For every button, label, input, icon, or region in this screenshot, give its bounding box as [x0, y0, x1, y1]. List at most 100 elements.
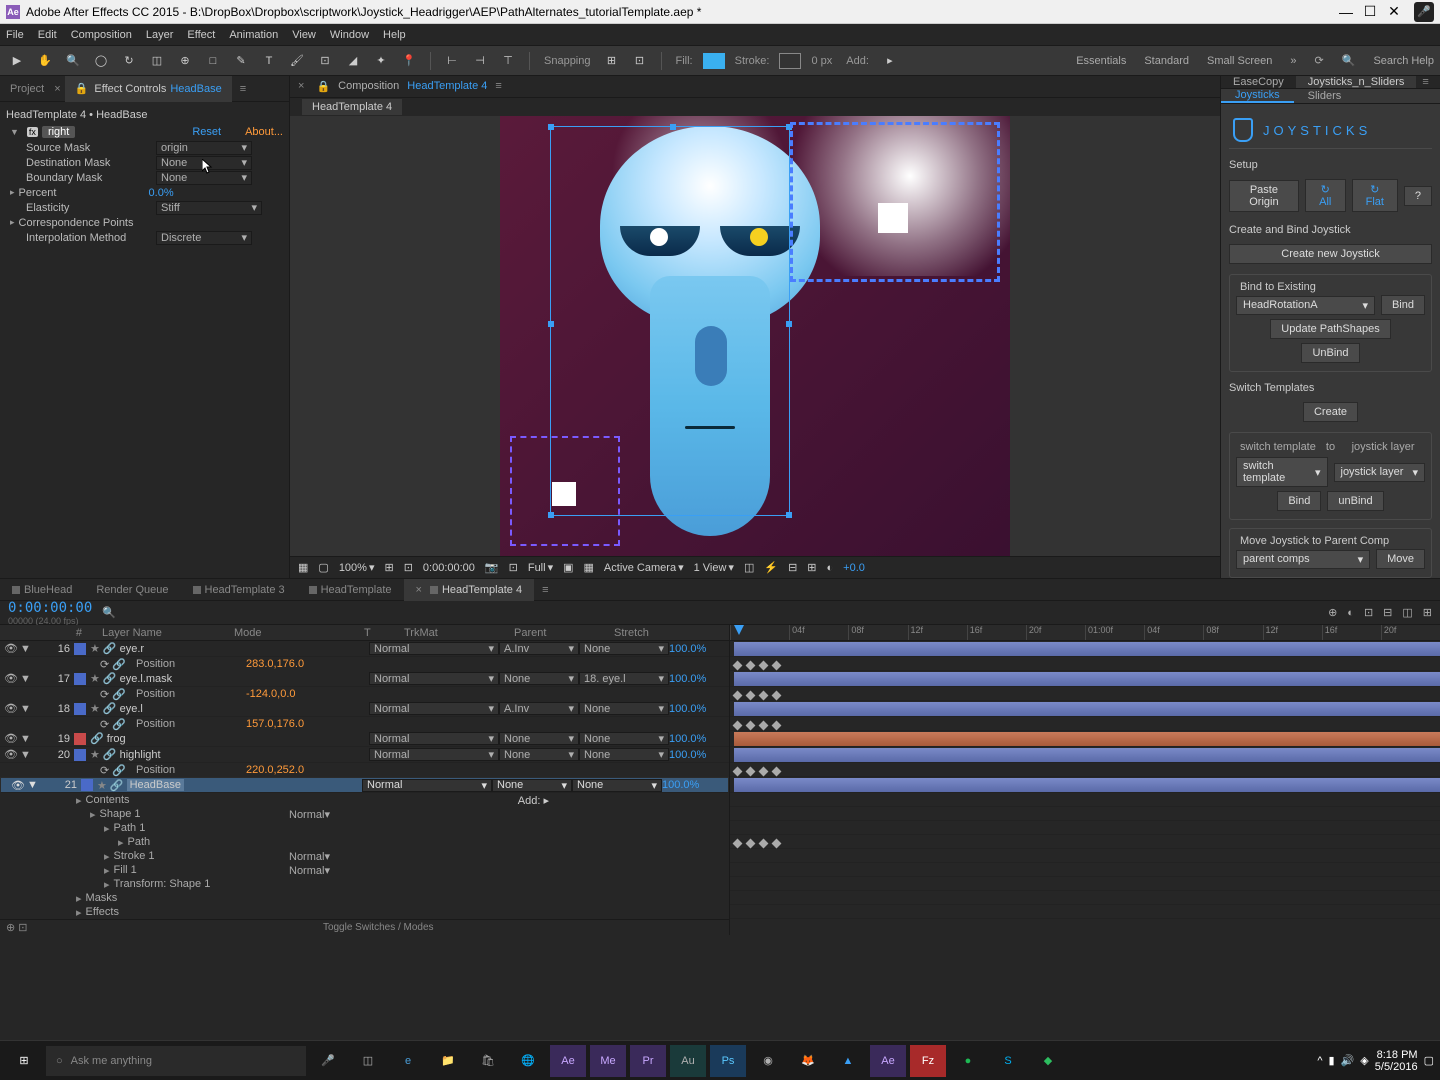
fx-twirl[interactable]: ▼ — [10, 127, 19, 137]
joysticks-subtab[interactable]: Joysticks — [1221, 89, 1294, 103]
search-help[interactable]: Search Help — [1373, 55, 1434, 67]
skype-icon[interactable]: S — [990, 1045, 1026, 1077]
resolution-dropdown[interactable]: Full▾ — [528, 561, 553, 574]
firefox-icon[interactable]: 🦊 — [790, 1045, 826, 1077]
menu-window[interactable]: Window — [330, 29, 369, 41]
layer-row-frog[interactable]: 👁▼ 19 🔗frog Normal▾ None▾ None▾ 100.0% — [0, 731, 729, 747]
explorer-icon[interactable]: 📁 — [430, 1045, 466, 1077]
percent-twirl[interactable]: ▸ — [10, 187, 15, 198]
elasticity-dropdown[interactable]: Stiff▾ — [156, 201, 262, 215]
shape-tool[interactable]: □ — [202, 50, 224, 72]
search-layer-icon[interactable]: 🔍 — [102, 606, 116, 619]
ps-icon[interactable]: Ps — [710, 1045, 746, 1077]
ame-icon[interactable]: Me — [590, 1045, 626, 1077]
spotify-icon[interactable]: ● — [950, 1045, 986, 1077]
effect-controls-tab[interactable]: 🔒 Effect Controls HeadBase — [65, 76, 232, 102]
roto-tool[interactable]: ✦ — [370, 50, 392, 72]
evernote-icon[interactable]: ◆ — [1030, 1045, 1066, 1077]
sublayer-row[interactable]: ▸Path 1 — [0, 821, 729, 835]
move-button[interactable]: Move — [1376, 549, 1425, 569]
position-row[interactable]: ⟳ 🔗Position283.0,176.0 — [0, 657, 729, 671]
interp-dropdown[interactable]: Discrete▾ — [156, 231, 252, 245]
head-rotation-dropdown[interactable]: HeadRotationA▾ — [1236, 296, 1375, 315]
pen-tool[interactable]: ✎ — [230, 50, 252, 72]
hand-tool[interactable]: ✋ — [34, 50, 56, 72]
workspace-essentials[interactable]: Essentials — [1076, 55, 1126, 67]
au-icon[interactable]: Au — [670, 1045, 706, 1077]
app-icon-1[interactable]: ◉ — [750, 1045, 786, 1077]
sublayer-row[interactable]: ▸Transform: Shape 1 — [0, 877, 729, 891]
guides-icon[interactable]: ⊡ — [404, 561, 413, 574]
help-button[interactable]: ? — [1404, 186, 1432, 206]
rp-menu-icon[interactable]: ≡ — [1416, 76, 1434, 88]
tray-dropbox-icon[interactable]: ◈ — [1360, 1054, 1368, 1067]
menu-composition[interactable]: Composition — [71, 29, 132, 41]
lock-icon[interactable]: 🔒 — [75, 82, 89, 95]
reset-link[interactable]: Reset — [192, 126, 221, 138]
boundary-mask-dropdown[interactable]: None▾ — [156, 171, 252, 185]
start-button[interactable]: ⊞ — [6, 1045, 42, 1077]
panel-menu-icon[interactable]: ≡ — [240, 83, 246, 95]
source-mask-dropdown[interactable]: origin▾ — [156, 141, 252, 155]
bind-button[interactable]: Bind — [1381, 295, 1425, 315]
app-icon-2[interactable]: ▲ — [830, 1045, 866, 1077]
tab-close-icon[interactable]: × — [54, 83, 60, 95]
snap-icon[interactable]: ⊞ — [601, 50, 623, 72]
sliders-subtab[interactable]: Sliders — [1294, 89, 1356, 103]
tl-tool-5[interactable]: ◫ — [1402, 606, 1412, 619]
sublayer-row[interactable]: ▸ContentsAdd: ▸ — [0, 793, 729, 807]
orbit-tool[interactable]: ◯ — [90, 50, 112, 72]
comp-tab-close[interactable]: × — [298, 80, 304, 92]
workspace-more[interactable]: » — [1290, 55, 1296, 67]
align-tool-1[interactable]: ⊢ — [441, 50, 463, 72]
notifications-icon[interactable]: ▢ — [1424, 1054, 1434, 1067]
all-button[interactable]: ↻ All — [1305, 179, 1346, 212]
cortana-search[interactable]: ○ Ask me anything — [46, 1046, 306, 1076]
menu-help[interactable]: Help — [383, 29, 406, 41]
layer-row-eye.r[interactable]: 👁▼ 16 ★🔗eye.r Normal▾ A.Inv▾ None▾ 100.0… — [0, 641, 729, 657]
position-row[interactable]: ⟳ 🔗Position157.0,176.0 — [0, 717, 729, 731]
menu-layer[interactable]: Layer — [146, 29, 174, 41]
taskbar-time[interactable]: 8:18 PM — [1375, 1049, 1418, 1061]
tl-tab-ht[interactable]: HeadTemplate — [297, 579, 404, 601]
paste-origin-button[interactable]: Paste Origin — [1229, 180, 1299, 212]
comp-flow-icon[interactable]: ⊞ — [807, 561, 816, 574]
close-button[interactable]: ✕ — [1382, 3, 1406, 20]
sublayer-row[interactable]: ▸Stroke 1Normal▾ — [0, 849, 729, 863]
tl-tab-ht3[interactable]: HeadTemplate 3 — [181, 579, 297, 601]
store-icon[interactable]: 🛍 — [470, 1045, 506, 1077]
transparency-icon[interactable]: ▦ — [584, 561, 594, 574]
sublayer-row[interactable]: ▸Path — [0, 835, 729, 849]
mic-icon[interactable]: 🎤 — [1414, 2, 1434, 22]
joysticks-sliders-tab[interactable]: Joysticks_n_Sliders — [1296, 76, 1417, 88]
timeline-ruler[interactable]: 04f 08f 12f 16f 20f 01:00f 04f 08f 12f 1… — [730, 625, 1440, 641]
filezilla-icon[interactable]: Fz — [910, 1045, 946, 1077]
parent-comps-dropdown[interactable]: parent comps▾ — [1236, 550, 1370, 569]
mask-icon[interactable]: ▦ — [298, 561, 308, 574]
reset-exposure-icon[interactable]: ◐ — [827, 562, 834, 574]
tray-volume-icon[interactable]: 🔊 — [1341, 1054, 1355, 1067]
exposure-value[interactable]: +0.0 — [843, 562, 865, 574]
tl-tool-3[interactable]: ⊡ — [1364, 606, 1373, 619]
dest-mask-dropdown[interactable]: None▾ — [156, 156, 252, 170]
menu-effect[interactable]: Effect — [187, 29, 215, 41]
snapshot-icon[interactable]: 📷 — [485, 561, 499, 574]
menu-view[interactable]: View — [292, 29, 316, 41]
sublayer-row[interactable]: ▸Effects — [0, 905, 729, 919]
tl-tool-4[interactable]: ⊟ — [1383, 606, 1392, 619]
zoom-dropdown[interactable]: 100%▾ — [339, 561, 375, 574]
comp-lock-icon[interactable]: 🔒 — [316, 80, 330, 93]
menu-file[interactable]: File — [6, 29, 24, 41]
add-icon[interactable]: ▸ — [879, 50, 901, 72]
timeline-icon[interactable]: ⊟ — [788, 561, 797, 574]
unified-camera-tool[interactable]: ◫ — [146, 50, 168, 72]
clone-tool[interactable]: ⊡ — [314, 50, 336, 72]
easecopy-tab[interactable]: EaseCopy — [1221, 76, 1296, 88]
comp-viewer[interactable] — [290, 116, 1220, 556]
zoom-tool[interactable]: 🔍 — [62, 50, 84, 72]
grid-icon[interactable]: ⊞ — [384, 561, 393, 574]
align-tool-3[interactable]: ⊤ — [497, 50, 519, 72]
sublayer-row[interactable]: ▸Masks — [0, 891, 729, 905]
sublayer-row[interactable]: ▸Shape 1Normal▾ — [0, 807, 729, 821]
pixel-aspect-icon[interactable]: ◫ — [744, 561, 754, 574]
